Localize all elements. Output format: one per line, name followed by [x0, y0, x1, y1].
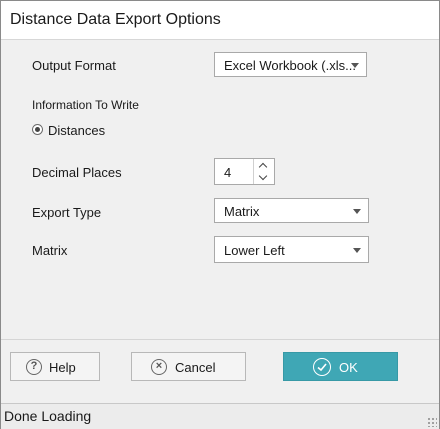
export-type-label: Export Type: [32, 205, 102, 220]
chevron-down-icon: [353, 248, 361, 253]
title-bar: Distance Data Export Options: [1, 1, 439, 40]
matrix-value: Lower Left: [224, 243, 285, 258]
matrix-select[interactable]: Lower Left: [214, 236, 369, 263]
resize-grip-icon[interactable]: [427, 417, 437, 427]
ok-button-label: OK: [339, 360, 358, 375]
export-options-dialog: Distance Data Export Options Output Form…: [0, 0, 440, 429]
distances-radio-label[interactable]: Distances: [48, 123, 105, 138]
decimal-places-label: Decimal Places: [32, 165, 122, 180]
check-icon: [313, 358, 331, 376]
information-to-write-label: Information To Write: [32, 98, 139, 112]
help-icon: ?: [26, 359, 42, 375]
cancel-button-label: Cancel: [175, 360, 216, 375]
stepper-arrows: [253, 159, 274, 184]
close-icon: ×: [151, 359, 167, 375]
radio-selected-dot: [35, 127, 40, 132]
chevron-down-icon: [353, 209, 361, 214]
status-text: Done Loading: [4, 408, 92, 424]
help-button[interactable]: ? Help: [10, 352, 100, 381]
export-type-select[interactable]: Matrix: [214, 198, 369, 223]
output-format-select[interactable]: Excel Workbook (.xls...: [214, 52, 367, 77]
matrix-label: Matrix: [32, 243, 68, 258]
decimal-places-stepper[interactable]: 4: [214, 158, 275, 185]
distances-radio[interactable]: [32, 124, 43, 135]
output-format-label: Output Format: [32, 58, 116, 73]
chevron-down-icon: [351, 63, 359, 68]
ok-button[interactable]: OK: [283, 352, 398, 381]
button-separator: [1, 339, 439, 340]
dialog-title: Distance Data Export Options: [10, 11, 221, 28]
cancel-button[interactable]: × Cancel: [131, 352, 246, 381]
export-type-value: Matrix: [224, 204, 260, 219]
decimal-places-value[interactable]: 4: [224, 165, 231, 180]
decrement-icon[interactable]: [254, 172, 274, 184]
status-bar: Done Loading: [1, 403, 439, 429]
help-button-label: Help: [49, 360, 76, 375]
output-format-value: Excel Workbook (.xls...: [224, 58, 356, 73]
increment-icon[interactable]: [254, 159, 274, 171]
